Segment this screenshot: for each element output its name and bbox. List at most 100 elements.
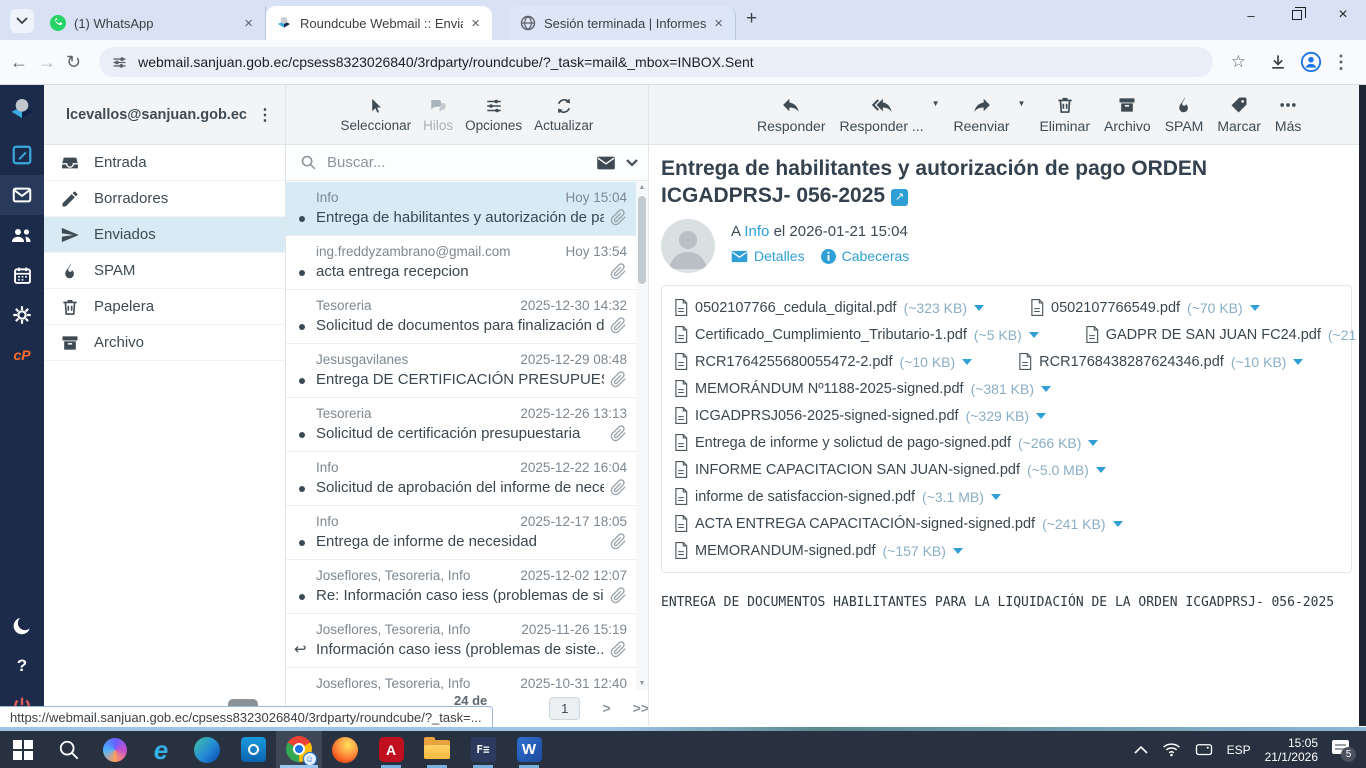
last-page-button[interactable]: >> [633, 700, 649, 716]
mark-button[interactable]: Marcar [1217, 95, 1261, 134]
taskbar-search-button[interactable] [46, 731, 92, 768]
list-item[interactable]: ↩ Joseflores, Tesoreria, Info 2025-11-26 … [286, 614, 637, 668]
edge-button[interactable] [184, 731, 230, 768]
attachment-item[interactable]: Certificado_Cumplimiento_Tributario-1.pd… [674, 326, 1039, 343]
attachment-menu-icon[interactable] [1036, 412, 1047, 419]
attachment-item[interactable]: RCR1764255680055472-2.pdf (~10 KB) [674, 353, 973, 370]
forward-button[interactable]: Reenviar [953, 95, 1010, 134]
notification-center-button[interactable]: 5 [1332, 739, 1356, 762]
reply-all-button[interactable]: Responder ... [840, 95, 924, 134]
more-button[interactable]: Más [1275, 95, 1301, 134]
archive-button[interactable]: Archivo [1104, 95, 1151, 134]
attachment-item[interactable]: GADPR DE SAN JUAN FC24.pdf (~21 KB) [1085, 326, 1366, 343]
profile-avatar-icon[interactable] [1300, 51, 1322, 73]
browser-menu-icon[interactable]: ⋮ [1332, 52, 1350, 73]
compose-button[interactable] [0, 135, 44, 175]
attachment-item[interactable]: RCR1768438287624346.pdf (~10 KB) [1018, 353, 1304, 370]
mail-nav-button[interactable] [0, 175, 44, 215]
site-settings-icon[interactable] [111, 54, 128, 71]
outlook-button[interactable] [230, 731, 276, 768]
list-item[interactable]: Info 2025-12-17 18:05 Entrega de informe … [286, 506, 637, 560]
attachment-menu-icon[interactable] [990, 493, 1001, 500]
attachment-menu-icon[interactable] [1028, 331, 1039, 338]
sidebar-item-archivo[interactable]: Archivo [44, 325, 285, 361]
tab-whatsapp[interactable]: (1) WhatsApp × [40, 6, 266, 40]
attachment-item[interactable]: 0502107766549.pdf (~70 KB) [1030, 299, 1260, 316]
scrollbar-thumb[interactable] [638, 196, 646, 284]
copilot-button[interactable] [92, 731, 138, 768]
settings-nav-button[interactable] [0, 295, 44, 335]
list-scrollbar[interactable]: ▲ ▼ [636, 182, 648, 690]
file-explorer-button[interactable] [414, 731, 460, 768]
attachment-menu-icon[interactable] [1095, 466, 1106, 473]
contacts-nav-button[interactable] [0, 215, 44, 255]
page-number-box[interactable]: 1 [549, 696, 581, 720]
help-button[interactable]: ? [0, 646, 44, 686]
attachment-item[interactable]: Entrega de informe y solictud de pago-si… [674, 434, 1099, 451]
word-button[interactable]: W [506, 731, 552, 768]
attachment-menu-icon[interactable] [1293, 358, 1304, 365]
refresh-button[interactable]: Actualizar [534, 97, 593, 133]
select-button[interactable]: Seleccionar [341, 97, 411, 133]
attachment-item[interactable]: ACTA ENTREGA CAPACITACIÓN-signed-signed.… [674, 515, 1123, 532]
forward-button[interactable]: → [38, 52, 56, 73]
language-indicator[interactable]: ESP [1227, 743, 1251, 757]
bookmark-star-icon[interactable]: ☆ [1231, 52, 1246, 72]
spam-button[interactable]: SPAM [1165, 95, 1203, 134]
attachment-item[interactable]: INFORME CAPACITACION SAN JUAN-signed.pdf… [674, 461, 1106, 478]
cpanel-button[interactable]: cP [0, 335, 44, 375]
search-options-chevron-icon[interactable] [626, 158, 638, 167]
scroll-up-icon[interactable]: ▲ [639, 182, 646, 194]
firefox-button[interactable] [322, 731, 368, 768]
tab-session[interactable]: Sesión terminada | Informes Me × [510, 6, 736, 40]
search-scope-mail-icon[interactable] [596, 155, 616, 171]
acrobat-button[interactable]: A [368, 731, 414, 768]
next-page-button[interactable]: > [602, 700, 610, 716]
list-item[interactable]: Tesoreria 2025-12-26 13:13 Solicitud de c… [286, 398, 637, 452]
address-bar[interactable]: webmail.sanjuan.gob.ec/cpsess8323026840/… [99, 47, 1213, 77]
chrome-button[interactable]: ☺ [276, 731, 322, 768]
minimize-button[interactable]: – [1228, 0, 1274, 30]
list-item[interactable]: Joseflores, Tesoreria, Info 2025-12-02 12… [286, 560, 637, 614]
downloads-icon[interactable] [1268, 52, 1288, 72]
delete-button[interactable]: Eliminar [1039, 95, 1090, 134]
list-item[interactable]: ing.freddyzambrano@gmail.com Hoy 13:54 ac… [286, 236, 637, 290]
recipient-link[interactable]: Info [744, 223, 769, 240]
fe-app-button[interactable]: F≡ [460, 731, 506, 768]
attachment-item[interactable]: MEMORANDUM-signed.pdf (~157 KB) [674, 542, 963, 559]
attachment-item[interactable]: MEMORÁNDUM Nº1188-2025-signed.pdf (~381 … [674, 380, 1051, 397]
attachment-menu-icon[interactable] [1249, 304, 1260, 311]
headers-toggle[interactable]: Cabeceras [820, 248, 909, 264]
attachment-menu-icon[interactable] [974, 304, 985, 311]
attachment-menu-icon[interactable] [962, 358, 973, 365]
details-toggle[interactable]: Detalles [731, 248, 805, 264]
list-item[interactable]: Joseflores, Tesoreria, Info 2025-10-31 12… [286, 668, 637, 690]
threads-button[interactable]: Hilos [423, 97, 453, 133]
sidebar-item-borradores[interactable]: Borradores [44, 181, 285, 217]
start-button[interactable] [0, 731, 46, 768]
account-menu-icon[interactable]: ⋮ [253, 105, 277, 125]
reply-button[interactable]: Responder [757, 95, 826, 134]
restore-button[interactable] [1274, 0, 1320, 30]
attachment-menu-icon[interactable] [1088, 439, 1099, 446]
dark-mode-button[interactable] [0, 606, 44, 646]
attachment-item[interactable]: informe de satisfaccion-signed.pdf (~3.1… [674, 488, 1001, 505]
wifi-icon[interactable] [1162, 742, 1181, 757]
attachment-item[interactable]: 0502107766_cedula_digital.pdf (~323 KB) [674, 299, 985, 316]
tab-close-icon[interactable]: × [242, 15, 255, 32]
forward-menu-icon[interactable]: ▼ [1018, 99, 1026, 108]
tray-chevron-up-icon[interactable] [1134, 745, 1148, 754]
sidebar-item-papelera[interactable]: Papelera [44, 289, 285, 325]
search-input[interactable] [327, 154, 596, 171]
attachment-item[interactable]: ICGADPRSJ056-2025-signed-signed.pdf (~32… [674, 407, 1047, 424]
internet-explorer-button[interactable]: e [138, 731, 184, 768]
close-button[interactable]: × [1320, 0, 1366, 30]
attachment-menu-icon[interactable] [952, 547, 963, 554]
list-item[interactable]: Jesusgavilanes 2025-12-29 08:48 Entrega D… [286, 344, 637, 398]
tab-close-icon[interactable]: × [469, 15, 482, 32]
open-in-new-window-icon[interactable]: ↗ [891, 189, 909, 206]
calendar-nav-button[interactable] [0, 255, 44, 295]
sidebar-item-enviados[interactable]: Enviados [44, 217, 285, 253]
list-item[interactable]: Tesoreria 2025-12-30 14:32 Solicitud de d… [286, 290, 637, 344]
taskbar-clock[interactable]: 15:05 21/1/2026 [1265, 736, 1318, 764]
